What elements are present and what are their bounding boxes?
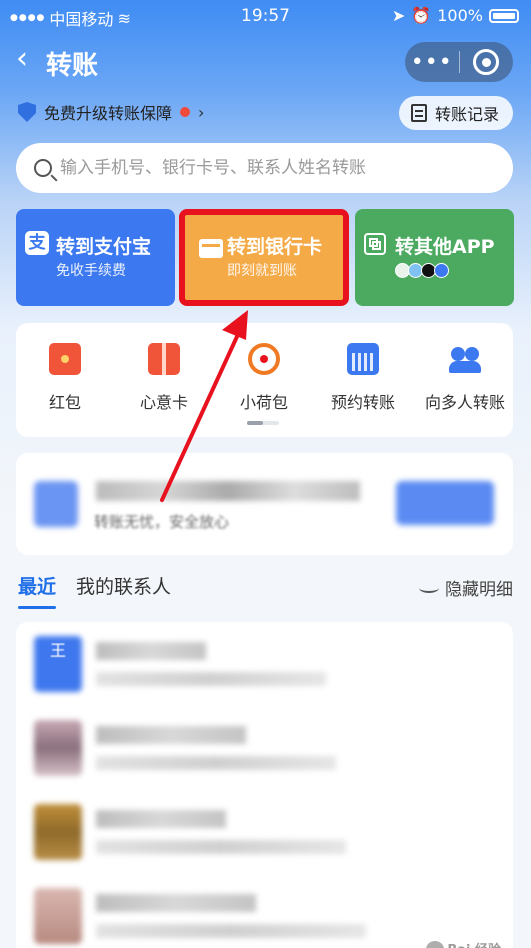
bank-card-icon [199,239,223,258]
card-subtitle: 即刻就到账 [227,263,297,279]
contact-detail-blurred [96,756,336,770]
contact-detail-blurred [96,924,366,938]
contact-name-blurred [96,810,226,828]
quick-action-multi-transfer[interactable]: 向多人转账 [422,343,508,413]
page-title: 转账 [46,51,99,81]
avatar [34,804,82,860]
contact-detail-blurred [96,672,326,686]
promo-title-blurred [96,481,360,501]
miniapp-capsule: ••• [405,42,513,82]
nav-bar: ‹ 转账 ••• [0,38,531,84]
app-icons-row [395,263,449,278]
quick-actions-panel: 红包 心意卡 小荷包 预约转账 向多人转账 [16,323,513,437]
quick-action-scheduled-transfer[interactable]: 预约转账 [323,343,403,413]
upgrade-protection-link[interactable]: 免费升级转账保障 › [18,100,204,124]
baidu-paw-icon [426,940,445,948]
red-envelope-icon [49,343,81,375]
upgrade-label: 免费升级转账保障 [44,104,173,123]
target-ring-icon [473,49,500,75]
card-title: 转其他APP [395,236,495,258]
transfer-to-bank-card[interactable]: 转到银行卡 即刻就到账 [179,209,349,306]
quick-action-red-envelope[interactable]: 红包 [25,343,105,413]
document-icon [410,104,427,122]
search-bar[interactable] [16,143,513,193]
close-button[interactable] [459,49,513,75]
status-bar: ●●●● 中国移动 ≋ 19:57 ➤ ⏰ 100% [0,0,531,34]
quick-action-label: 预约转账 [330,393,395,412]
records-label: 转账记录 [434,105,499,124]
search-input[interactable] [60,158,480,178]
more-dots-icon[interactable]: ••• [405,50,459,75]
contact-detail-blurred [96,840,346,854]
status-right: ➤ ⏰ 100% [392,6,519,25]
transfer-to-alipay-card[interactable]: 支 转到支付宝 免收手续费 [16,209,175,306]
contact-name-blurred [96,726,246,744]
list-item[interactable] [16,790,513,874]
hide-detail-label: 隐藏明细 [445,580,513,600]
other-app-icon [434,263,449,278]
alarm-icon: ⏰ [411,6,432,25]
eye-closed-icon [419,583,439,593]
location-icon: ➤ [391,6,406,25]
transfer-records-button[interactable]: 转账记录 [398,96,513,130]
battery-label: 100% [437,6,483,25]
contact-tabs: 最近 我的联系人 [18,572,171,609]
red-dot-badge [180,107,191,117]
quick-action-label: 红包 [48,393,81,412]
watermark: Bai 经验 [426,939,501,948]
watermark-text: Bai 经验 [447,939,501,948]
promo-action-button[interactable] [396,481,494,525]
quick-action-gift-card[interactable]: 心意卡 [124,343,204,413]
card-subtitle: 免收手续费 [56,263,126,279]
quick-action-label: 向多人转账 [424,393,505,412]
recent-contacts-list: 王 Bai 经验 [16,622,513,948]
card-title: 转到支付宝 [56,236,152,258]
avatar [34,720,82,776]
page-indicator [247,421,279,425]
tab-my-contacts[interactable]: 我的联系人 [76,572,171,599]
tab-recent[interactable]: 最近 [18,572,57,609]
chevron-right-icon: › [198,102,205,122]
shield-icon [18,102,36,122]
alipay-icon: 支 [25,231,49,255]
calendar-icon [347,343,379,375]
avatar-initial: 王 [49,641,66,660]
promo-banner[interactable]: 转账无忧，安全放心 [16,453,513,555]
promo-subtitle: 转账无忧，安全放心 [94,513,230,531]
battery-icon [489,8,519,23]
people-icon [449,343,481,375]
lotus-pouch-icon [248,343,280,375]
search-icon [34,159,52,177]
list-item[interactable] [16,874,513,948]
quick-action-label: 心意卡 [139,393,188,412]
qr-code-icon [364,233,386,255]
avatar [34,888,82,944]
quick-action-label: 小荷包 [239,393,288,412]
contact-name-blurred [96,894,256,912]
list-item[interactable]: 王 [16,622,513,706]
hide-detail-toggle[interactable]: 隐藏明细 [419,575,513,600]
quick-action-lotus-pouch[interactable]: 小荷包 [224,343,304,413]
promo-icon [34,481,78,527]
gift-card-icon [148,343,180,375]
chevron-left-icon[interactable]: ‹ [16,44,28,74]
card-title: 转到银行卡 [227,236,323,258]
contact-name-blurred [96,642,206,660]
list-item[interactable] [16,706,513,790]
transfer-to-other-app-card[interactable]: 转其他APP [355,209,514,306]
